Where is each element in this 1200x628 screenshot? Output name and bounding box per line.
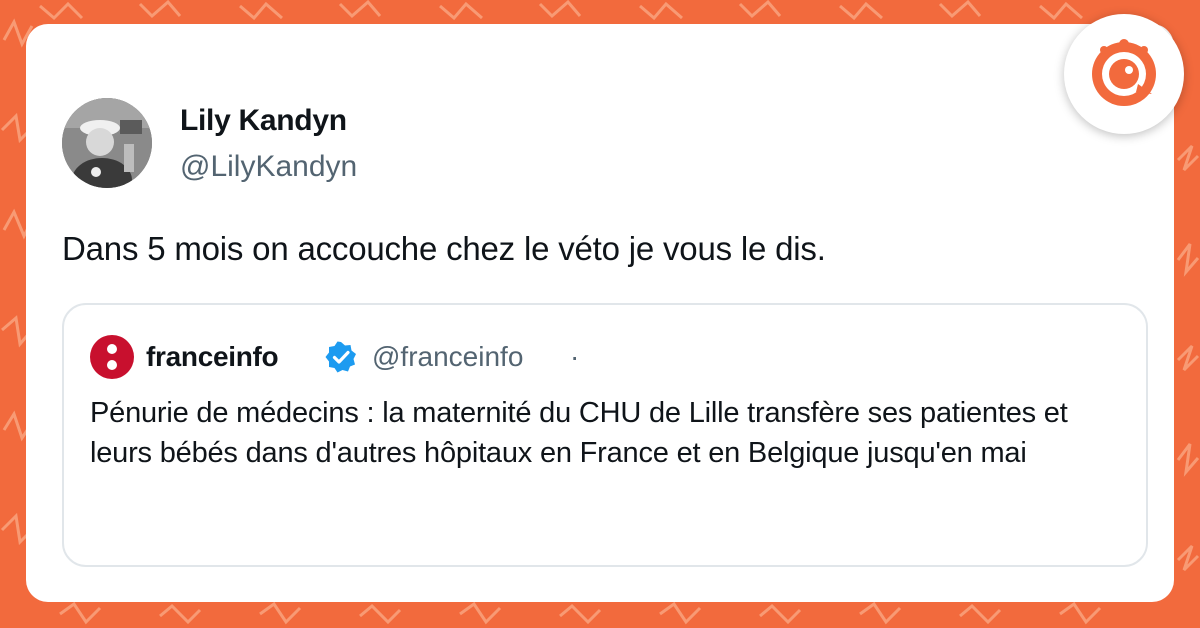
avatar[interactable]	[62, 98, 152, 188]
orange-chat-bird-logo-icon	[1092, 39, 1156, 106]
franceinfo-logo-icon	[90, 335, 134, 379]
tweet-text: Dans 5 mois on accouche chez le véto je …	[62, 230, 826, 267]
quoted-tweet[interactable]: franceinfo @franceinfo · Pénurie de méde…	[62, 303, 1148, 567]
avatar-photo	[62, 98, 152, 188]
quoted-author-handle[interactable]: @franceinfo	[372, 341, 523, 373]
verified-badge-icon	[325, 341, 356, 373]
separator-dot: ·	[570, 341, 580, 372]
quoted-tweet-text: Pénurie de médecins : la maternité du CH…	[90, 397, 1068, 469]
brand-badge	[1064, 14, 1184, 134]
quoted-author-name[interactable]: franceinfo	[146, 341, 279, 373]
author-name[interactable]: Lily Kandyn	[180, 104, 347, 138]
author-handle[interactable]: @LilyKandyn	[180, 150, 357, 184]
